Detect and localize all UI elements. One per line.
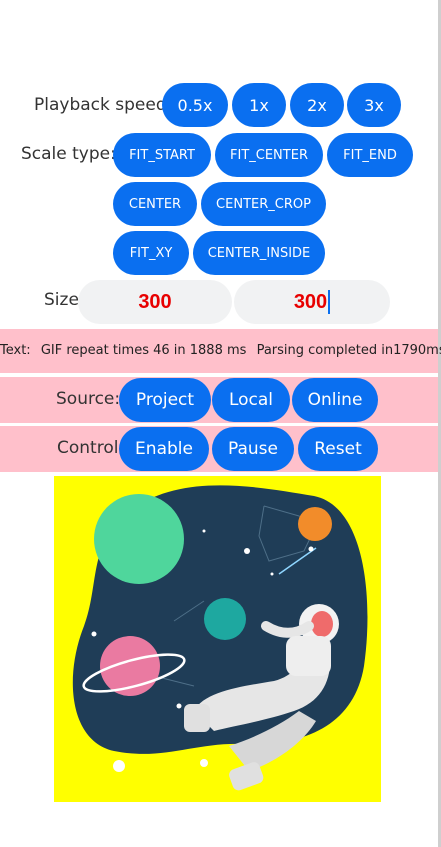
scale-fit-center-button[interactable]: FIT_CENTER (215, 133, 323, 177)
playback-speed-label: Playback speed (34, 95, 167, 115)
scale-fit-xy-button[interactable]: FIT_XY (113, 231, 189, 275)
width-input[interactable]: 300 (78, 280, 232, 324)
status-bar: Text: GIF repeat times 46 in 1888 ms Par… (0, 329, 441, 373)
control-label: Control (57, 438, 119, 458)
status-prefix: Text: (0, 343, 31, 358)
control-pause-button[interactable]: Pause (212, 427, 294, 471)
source-local-button[interactable]: Local (212, 378, 290, 422)
status-repeat-text: GIF repeat times 46 in 1888 ms (40, 343, 247, 358)
scale-fit-end-button[interactable]: FIT_END (327, 133, 413, 177)
control-enable-button[interactable]: Enable (119, 427, 209, 471)
scale-center-button[interactable]: CENTER (113, 182, 197, 226)
height-input[interactable]: 300 (234, 280, 390, 324)
control-reset-button[interactable]: Reset (298, 427, 378, 471)
playback-speed-row: Playback speed 0.5x 1x 2x 3x (0, 83, 438, 127)
height-value: 300 (293, 290, 328, 313)
speed-0.5x-button[interactable]: 0.5x (162, 83, 228, 127)
astronaut-illustration (54, 476, 381, 802)
status-parse-text: Parsing completed in1790ms (256, 343, 441, 358)
speed-1x-button[interactable]: 1x (232, 83, 286, 127)
speed-2x-button[interactable]: 2x (290, 83, 344, 127)
width-value: 300 (138, 290, 172, 313)
source-label: Source: (56, 389, 121, 409)
scale-center-crop-button[interactable]: CENTER_CROP (201, 182, 326, 226)
source-project-button[interactable]: Project (119, 378, 211, 422)
gif-image (54, 476, 381, 802)
scale-fit-start-button[interactable]: FIT_START (113, 133, 211, 177)
text-caret (328, 290, 331, 314)
scale-center-inside-button[interactable]: CENTER_INSIDE (193, 231, 325, 275)
source-bar: Source: Project Local Online (0, 377, 438, 423)
control-bar: Control Enable Pause Reset (0, 426, 438, 472)
speed-3x-button[interactable]: 3x (347, 83, 401, 127)
scale-type-label: Scale type: (21, 144, 116, 164)
size-label: Size (44, 290, 79, 310)
source-online-button[interactable]: Online (292, 378, 378, 422)
